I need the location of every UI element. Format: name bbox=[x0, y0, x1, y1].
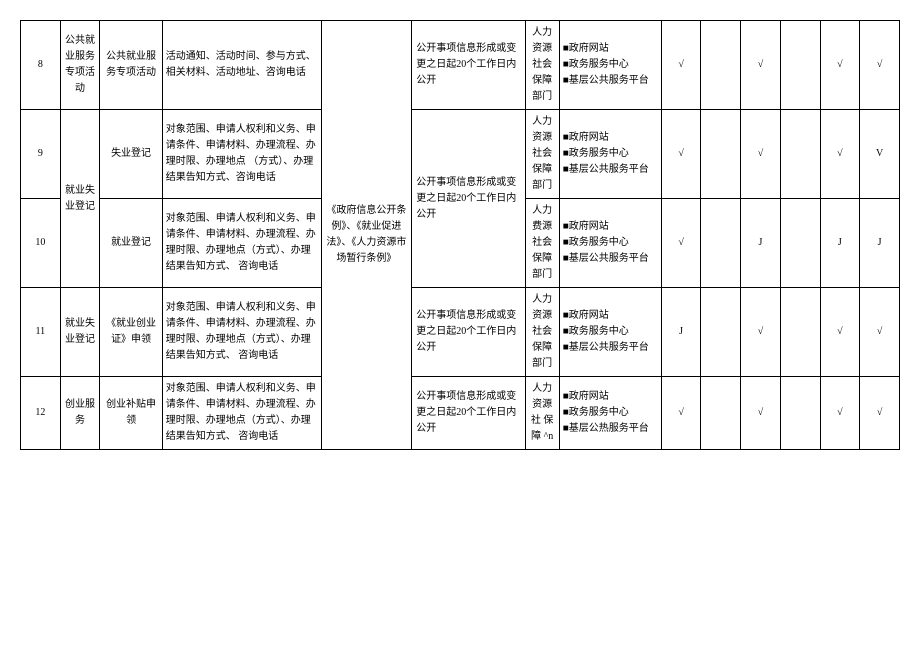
channel-item: ■基层公共服务平台 bbox=[563, 73, 658, 89]
check: √ bbox=[661, 377, 701, 450]
time: 公开事项信息形成或变更之日起20个工作日内公开 bbox=[412, 110, 525, 288]
channels: ■政府网站 ■政务服务中心 ■基层公共服务平台 bbox=[559, 110, 661, 199]
check bbox=[780, 110, 820, 199]
content: 对象范围、申请人权利和义务、申请条件、申请材料、办理流程、办理时限、办理地点（方… bbox=[162, 377, 321, 450]
time: 公开事项信息形成或变更之日起20个工作日内公开 bbox=[412, 288, 525, 377]
check bbox=[780, 199, 820, 288]
time: 公开事项信息形成或变更之日起20个工作日内公开 bbox=[412, 21, 525, 110]
row-num: 8 bbox=[21, 21, 61, 110]
row-num: 9 bbox=[21, 110, 61, 199]
category: 创业服务 bbox=[60, 377, 100, 450]
dept: 人力资源社会保障部门 bbox=[525, 21, 559, 110]
channels: ■政府网站 ■政务服务中心 ■基层公共服务平台 bbox=[559, 21, 661, 110]
check: J bbox=[741, 199, 781, 288]
channel-item: ■政务服务中心 bbox=[563, 235, 658, 251]
check: √ bbox=[661, 21, 701, 110]
check: √ bbox=[820, 110, 860, 199]
category: 就业失业登记 bbox=[60, 288, 100, 377]
check bbox=[701, 377, 741, 450]
subitem: 公共就业服务专项活动 bbox=[100, 21, 162, 110]
channels: ■政府网站 ■政务服务中心 ■基层公热服务平台 bbox=[559, 377, 661, 450]
content: 对象范围、申请人权利和义务、申请条件、申请材料、办理流程、办理时限、办理地点（方… bbox=[162, 288, 321, 377]
check: √ bbox=[860, 377, 900, 450]
check: √ bbox=[661, 110, 701, 199]
check: V bbox=[860, 110, 900, 199]
channel-item: ■政务服务中心 bbox=[563, 405, 658, 421]
content: 活动通知、活动时间、参与方式、相关材料、活动地址、咨询电话 bbox=[162, 21, 321, 110]
content: 对象范围、申请人权利和义务、申请条件、申请材料、办理流程、办理时限、办理地点（方… bbox=[162, 199, 321, 288]
check: √ bbox=[820, 21, 860, 110]
table-row: 8 公共就业服务专项活动 公共就业服务专项活动 活动通知、活动时间、参与方式、相… bbox=[21, 21, 900, 110]
check bbox=[701, 110, 741, 199]
check: √ bbox=[661, 199, 701, 288]
subitem: 《就业创业证》申领 bbox=[100, 288, 162, 377]
subitem: 失业登记 bbox=[100, 110, 162, 199]
subitem: 就业登记 bbox=[100, 199, 162, 288]
channel-item: ■政务服务中心 bbox=[563, 324, 658, 340]
channels: ■政府网站 ■政务服务中心 ■基层公共服务平台 bbox=[559, 288, 661, 377]
check bbox=[701, 199, 741, 288]
check bbox=[701, 288, 741, 377]
check bbox=[701, 21, 741, 110]
check bbox=[780, 288, 820, 377]
check: √ bbox=[741, 110, 781, 199]
table-row: 9 就业失业登记 失业登记 对象范围、申请人权利和义务、申请条件、申请材料、办理… bbox=[21, 110, 900, 199]
check: √ bbox=[860, 21, 900, 110]
row-num: 12 bbox=[21, 377, 61, 450]
dept: 人力资源社会保障部门 bbox=[525, 288, 559, 377]
channel-item: ■政务服务中心 bbox=[563, 57, 658, 73]
table-row: 11 就业失业登记 《就业创业证》申领 对象范围、申请人权利和义务、申请条件、申… bbox=[21, 288, 900, 377]
dept: 人力资源社 保 障 ^n bbox=[525, 377, 559, 450]
channel-item: ■基层公共服务平台 bbox=[563, 251, 658, 267]
channel-item: ■基层公共服务平台 bbox=[563, 162, 658, 178]
check: √ bbox=[741, 377, 781, 450]
check: J bbox=[820, 199, 860, 288]
channel-item: ■政府网站 bbox=[563, 219, 658, 235]
check bbox=[780, 377, 820, 450]
channel-item: ■基层公共服务平台 bbox=[563, 340, 658, 356]
dept: 人力费源社会保障部门 bbox=[525, 199, 559, 288]
category: 就业失业登记 bbox=[60, 110, 100, 288]
disclosure-table: 8 公共就业服务专项活动 公共就业服务专项活动 活动通知、活动时间、参与方式、相… bbox=[20, 20, 900, 450]
subitem: 创业补贴申领 bbox=[100, 377, 162, 450]
channel-item: ■政务服务中心 bbox=[563, 146, 658, 162]
check: √ bbox=[860, 288, 900, 377]
check: √ bbox=[820, 288, 860, 377]
channels: ■政府网站 ■政务服务中心 ■基层公共服务平台 bbox=[559, 199, 661, 288]
dept: 人力资源社会保障部门 bbox=[525, 110, 559, 199]
table-row: 12 创业服务 创业补贴申领 对象范围、申请人权利和义务、申请条件、申请材料、办… bbox=[21, 377, 900, 450]
channel-item: ■政府网站 bbox=[563, 130, 658, 146]
check bbox=[780, 21, 820, 110]
check: √ bbox=[741, 288, 781, 377]
check: J bbox=[661, 288, 701, 377]
row-num: 11 bbox=[21, 288, 61, 377]
channel-item: ■政府网站 bbox=[563, 308, 658, 324]
channel-item: ■基层公热服务平台 bbox=[563, 421, 658, 437]
category: 公共就业服务专项活动 bbox=[60, 21, 100, 110]
basis: 《政府信息公开条例》、《就业促进法》、《人力资源市场暂行条例》 bbox=[321, 21, 412, 450]
channel-item: ■政府网站 bbox=[563, 389, 658, 405]
time: 公开事项信息形成或变更之日起20个工作日内公开 bbox=[412, 377, 525, 450]
channel-item: ■政府网站 bbox=[563, 41, 658, 57]
content: 对象范围、申请人权利和义务、申请条件、申请材料、办理流程、办理时限、办理地点 （… bbox=[162, 110, 321, 199]
row-num: 10 bbox=[21, 199, 61, 288]
check: √ bbox=[741, 21, 781, 110]
check: J bbox=[860, 199, 900, 288]
check: √ bbox=[820, 377, 860, 450]
